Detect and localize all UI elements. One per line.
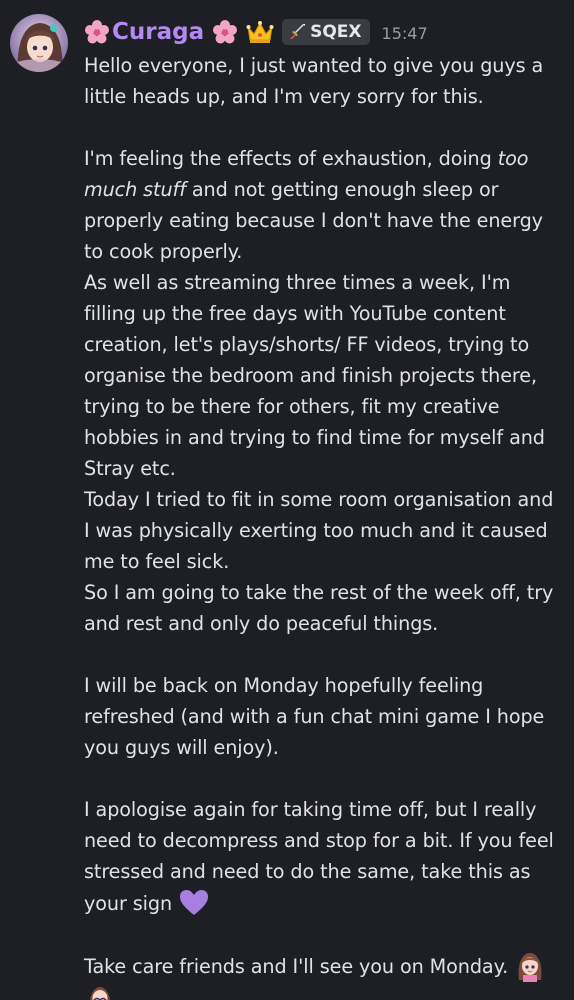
chat-message: Curaga SQEX 15:47 Hello everyone, I just…: [0, 0, 574, 1000]
message-paragraph: I will be back on Monday hopefully feeli…: [84, 674, 545, 759]
username-text: Curaga: [112, 19, 205, 45]
text-segment: Take care friends and I'll see you on Mo…: [84, 955, 509, 978]
crown-icon: [246, 21, 274, 43]
message-paragraph: I'm feeling the effects of exhaustion, d…: [84, 143, 564, 267]
timestamp[interactable]: 15:47: [382, 24, 428, 43]
server-tag[interactable]: SQEX: [282, 19, 370, 45]
message-paragraph: Today I tried to fit in some room organi…: [84, 488, 554, 573]
message-paragraph: So I am going to take the rest of the we…: [84, 581, 554, 635]
girl-emote-icon[interactable]: [514, 950, 546, 982]
sword-icon: [290, 24, 306, 39]
cherry-blossom-icon: [85, 20, 109, 44]
cherry-blossom-icon: [213, 20, 238, 44]
avatar[interactable]: [10, 14, 68, 72]
anime-girl-avatar-icon: [10, 14, 68, 72]
text-segment: I'm feeling the effects of exhaustion, d…: [84, 147, 498, 170]
message-header: Curaga SQEX 15:47: [84, 14, 428, 50]
text-segment: I apologise again for taking time off, b…: [84, 798, 554, 915]
hug-emote-icon[interactable]: [84, 982, 116, 1000]
message-paragraph: I apologise again for taking time off, b…: [84, 794, 564, 919]
message-paragraph: Take care friends and I'll see you on Mo…: [84, 950, 564, 1000]
server-tag-text: SQEX: [310, 22, 362, 42]
username[interactable]: Curaga: [84, 19, 238, 45]
message-content: Hello everyone, I just wanted to give yo…: [84, 50, 564, 1000]
purple-heart-icon[interactable]: [178, 887, 210, 919]
message-paragraph: Hello everyone, I just wanted to give yo…: [84, 54, 544, 108]
message-paragraph: As well as streaming three times a week,…: [84, 271, 545, 480]
